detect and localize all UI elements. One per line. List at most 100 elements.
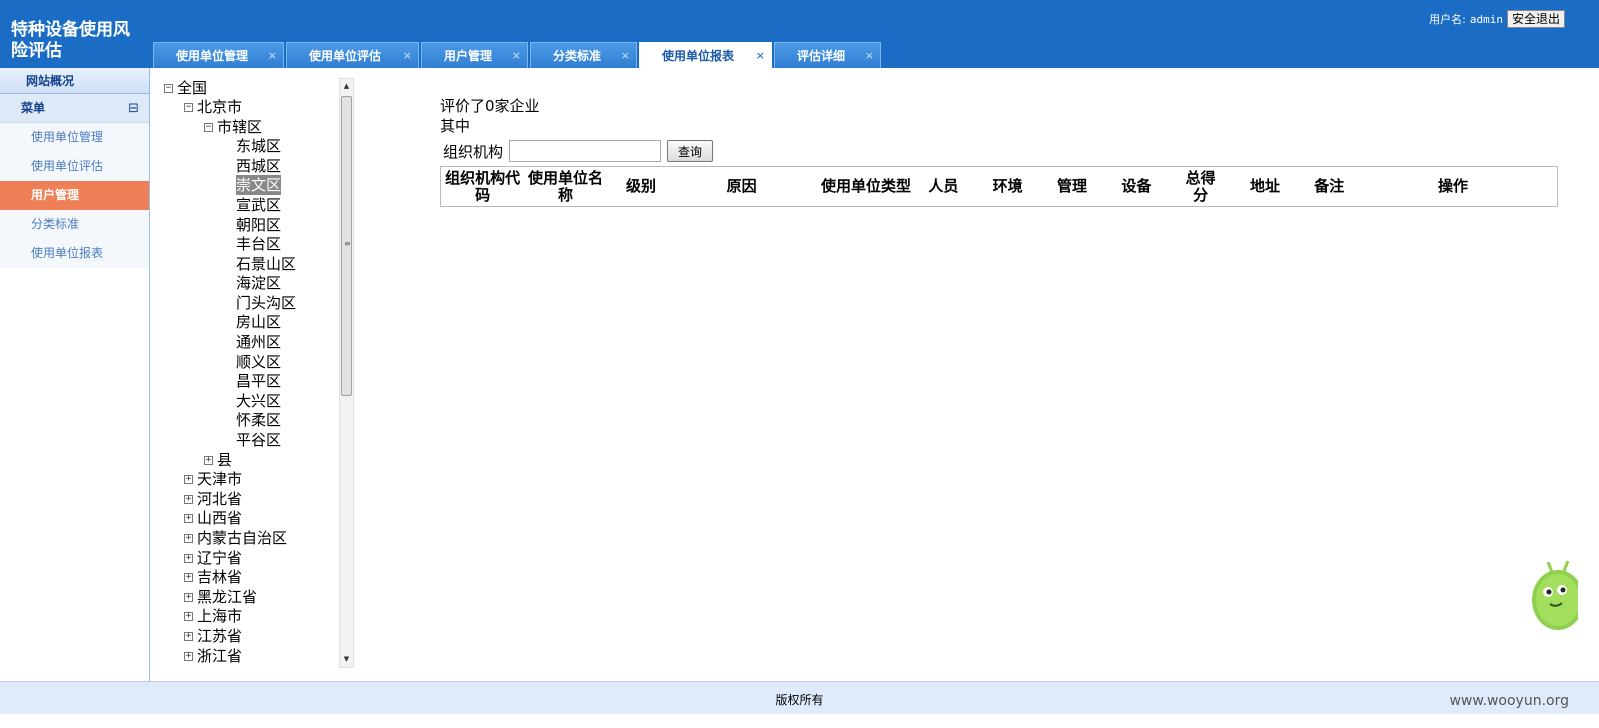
header-bar: 特种设备使用风险评估 用户名: admin 安全退出 使用单位管理 × 使用单位…	[0, 0, 1599, 68]
tree-node-label[interactable]: 东城区	[236, 136, 281, 156]
tree-node-label[interactable]: 房山区	[236, 312, 281, 332]
logout-button[interactable]: 安全退出	[1506, 10, 1565, 28]
report-table: 组织机构代码 使用单位名称 级别 原因 使用单位类型 人员 环境 管理 设备 总…	[440, 166, 1558, 207]
collapse-icon[interactable]: −	[204, 122, 213, 132]
sidebar-item-user-management[interactable]: 用户管理	[0, 181, 149, 210]
tree-node-district: 平谷区	[236, 430, 281, 450]
tree-node-label[interactable]: 吉林省	[197, 567, 242, 587]
tree-node-label[interactable]: 怀柔区	[236, 410, 281, 430]
tree-node-label[interactable]: 江苏省	[197, 626, 242, 646]
expand-icon[interactable]: +	[184, 494, 193, 504]
tree-node-district: 宣武区	[236, 195, 281, 215]
tree-node-district: 石景山区	[236, 254, 296, 274]
close-icon[interactable]: ×	[865, 43, 874, 69]
tab-unit-evaluation[interactable]: 使用单位评估 ×	[286, 42, 419, 68]
close-icon[interactable]: ×	[756, 43, 765, 69]
sidebar-item-classification-standard[interactable]: 分类标准	[0, 210, 149, 239]
column-header: 原因	[726, 177, 757, 195]
tree-node-label[interactable]: 上海市	[197, 606, 242, 626]
tree-node-label[interactable]: 宣武区	[236, 195, 281, 215]
tree-node-label[interactable]: 石景山区	[236, 254, 296, 274]
tree-node-province: + 天津市	[184, 469, 242, 489]
tab-label: 评估详细	[797, 49, 846, 63]
expand-icon[interactable]: +	[184, 513, 193, 523]
tree-node-shixiaqu: − 市辖区	[204, 117, 262, 137]
menu-header[interactable]: 菜单 ⊟	[0, 94, 149, 123]
collapse-icon[interactable]: ⊟	[128, 94, 139, 123]
sidebar: 网站概况 菜单 ⊟ 使用单位管理 使用单位评估 用户管理 分类标准 使用单位报表	[0, 68, 150, 695]
tree-node-label[interactable]: 全国	[177, 78, 207, 98]
column-header: 使用单位类型	[820, 177, 911, 195]
tree-node-label[interactable]: 辽宁省	[197, 548, 242, 568]
tab-classification-standard[interactable]: 分类标准 ×	[530, 42, 637, 68]
expand-icon[interactable]: +	[184, 553, 193, 563]
grip-icon: ≡	[344, 239, 351, 248]
column-header: 设备	[1121, 177, 1152, 195]
tree-node-label[interactable]: 内蒙古自治区	[197, 528, 287, 548]
tree-node-label[interactable]: 河北省	[197, 489, 242, 509]
expand-icon[interactable]: +	[184, 533, 193, 543]
scroll-thumb[interactable]: ≡	[341, 96, 352, 396]
tree-node-label[interactable]: 大兴区	[236, 391, 281, 411]
close-icon[interactable]: ×	[268, 43, 277, 69]
tree-node-label[interactable]: 平谷区	[236, 430, 281, 450]
tree-node-label[interactable]: 丰台区	[236, 234, 281, 254]
tree-scrollbar[interactable]: ▲ ≡ ▼	[339, 78, 354, 668]
region-tree: − 全国 − 北京市 − 市辖区 东城区 西城区 崇文区 宣武区 朝阳区 丰台区…	[153, 78, 343, 680]
user-area: 用户名: admin 安全退出	[1429, 10, 1565, 28]
close-icon[interactable]: ×	[403, 43, 412, 69]
tab-unit-management[interactable]: 使用单位管理 ×	[153, 42, 284, 68]
expand-icon[interactable]: +	[184, 611, 193, 621]
tree-node-district: 通州区	[236, 332, 281, 352]
expand-icon[interactable]: +	[184, 592, 193, 602]
tree-node-label[interactable]: 山西省	[197, 508, 242, 528]
tree-node-label[interactable]: 朝阳区	[236, 215, 281, 235]
tree-node-label[interactable]: 县	[217, 450, 232, 470]
collapse-icon[interactable]: −	[184, 102, 193, 112]
table-header-row: 组织机构代码 使用单位名称 级别 原因 使用单位类型 人员 环境 管理 设备 总…	[441, 167, 1558, 207]
column-header: 备注	[1314, 177, 1345, 195]
tree-node-label[interactable]: 市辖区	[217, 117, 262, 137]
column-header: 人员	[928, 177, 959, 195]
close-icon[interactable]: ×	[512, 43, 521, 69]
scroll-up-arrow-icon[interactable]: ▲	[340, 79, 353, 94]
tree-node-district: 东城区	[236, 136, 281, 156]
organization-search-input[interactable]	[509, 140, 662, 162]
tree-node-label[interactable]: 门头沟区	[236, 293, 296, 313]
tree-node-label[interactable]: 崇文区	[236, 175, 282, 195]
sidebar-item-unit-report[interactable]: 使用单位报表	[0, 239, 149, 268]
expand-icon[interactable]: +	[184, 651, 193, 661]
tree-node-label[interactable]: 浙江省	[197, 646, 242, 666]
collapse-icon[interactable]: −	[164, 83, 173, 93]
tree-node-district: 朝阳区	[236, 215, 281, 235]
tree-node-label[interactable]: 天津市	[197, 469, 242, 489]
tab-label: 分类标准	[553, 49, 602, 63]
tree-node-label[interactable]: 黑龙江省	[197, 587, 257, 607]
tree-node-label[interactable]: 海淀区	[236, 273, 281, 293]
expand-icon[interactable]: +	[184, 474, 193, 484]
tab-user-management[interactable]: 用户管理 ×	[421, 42, 528, 68]
tab-unit-report[interactable]: 使用单位报表 ×	[639, 42, 772, 68]
scroll-down-arrow-icon[interactable]: ▼	[340, 652, 353, 667]
column-header: 使用单位名称	[528, 168, 604, 204]
expand-icon[interactable]: +	[204, 455, 213, 465]
site-overview-header[interactable]: 网站概况	[0, 68, 149, 94]
tree-node-label[interactable]: 顺义区	[236, 352, 281, 372]
footer: 版权所有	[0, 681, 1599, 714]
query-button[interactable]: 查询	[667, 140, 714, 162]
tree-node-beijing: − 北京市	[184, 97, 242, 117]
username-label: 用户名:	[1429, 13, 1466, 26]
tab-evaluation-detail[interactable]: 评估详细 ×	[774, 42, 881, 68]
expand-icon[interactable]: +	[184, 572, 193, 582]
sidebar-item-unit-management[interactable]: 使用单位管理	[0, 123, 149, 152]
tree-node-label[interactable]: 西城区	[236, 156, 281, 176]
tree-node-label[interactable]: 昌平区	[236, 371, 281, 391]
tree-node-county: + 县	[204, 450, 232, 470]
close-icon[interactable]: ×	[621, 43, 630, 69]
tree-node-district: 门头沟区	[236, 293, 296, 313]
tree-node-label[interactable]: 通州区	[236, 332, 281, 352]
tree-node-province: + 内蒙古自治区	[184, 528, 287, 548]
sidebar-item-unit-evaluation[interactable]: 使用单位评估	[0, 152, 149, 181]
tree-node-label[interactable]: 北京市	[197, 97, 242, 117]
expand-icon[interactable]: +	[184, 631, 193, 641]
